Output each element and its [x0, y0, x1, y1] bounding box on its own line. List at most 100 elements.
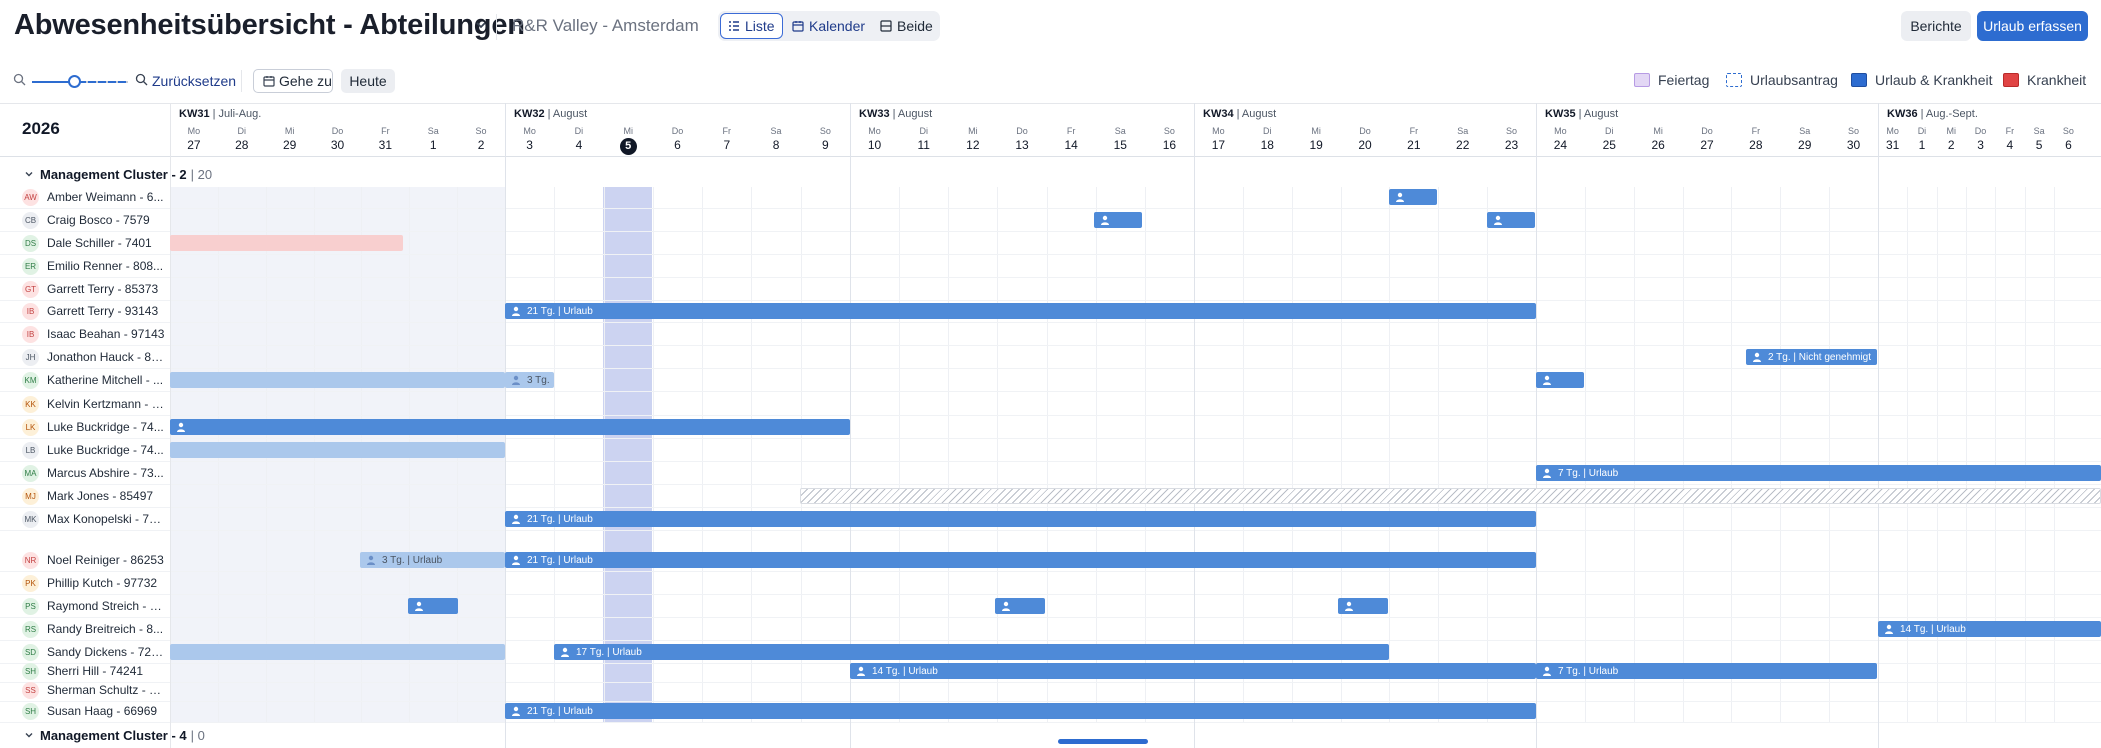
reset-zoom-button[interactable]: Zurücksetzen — [152, 73, 236, 89]
leave-bar[interactable]: 3 Tg. — [505, 372, 554, 388]
person-row[interactable]: JH Jonathon Hauck - 86... — [0, 346, 170, 368]
day-number[interactable]: 20 — [1345, 138, 1385, 152]
person-row[interactable]: PK Phillip Kutch - 97732 — [0, 572, 170, 594]
goto-button[interactable]: Gehe zu — [253, 69, 333, 93]
day-number[interactable]: 27 — [1687, 138, 1727, 152]
add-leave-button[interactable]: Urlaub erfassen — [1977, 11, 2088, 41]
leave-bar[interactable] — [408, 598, 458, 614]
row-divider — [0, 701, 2101, 702]
day-number[interactable]: 7 — [707, 138, 747, 152]
day-number[interactable]: 27 — [174, 138, 214, 152]
leave-bar[interactable] — [1389, 189, 1437, 205]
person-row[interactable]: MJ Mark Jones - 85497 — [0, 485, 170, 507]
person-row[interactable]: LK Luke Buckridge - 74... — [0, 416, 170, 438]
person-row[interactable]: RS Randy Breitreich - 8... — [0, 618, 170, 640]
leave-bar[interactable]: 7 Tg. | Urlaub — [1536, 465, 2101, 481]
day-number[interactable]: 10 — [855, 138, 895, 152]
person-row[interactable]: GT Garrett Terry - 85373 — [0, 278, 170, 300]
view-calendar-button[interactable]: Kalender — [785, 13, 872, 39]
day-number[interactable]: 6 — [658, 138, 698, 152]
day-number[interactable]: 30 — [1834, 138, 1874, 152]
leave-bar[interactable]: 21 Tg. | Urlaub — [505, 703, 1536, 719]
leave-bar[interactable]: 21 Tg. | Urlaub — [505, 552, 1536, 568]
person-row[interactable]: MA Marcus Abshire - 73... — [0, 462, 170, 484]
day-number[interactable]: 28 — [222, 138, 262, 152]
chevron-down-icon[interactable] — [24, 169, 34, 179]
person-row[interactable]: DS Dale Schiller - 7401 — [0, 232, 170, 254]
person-row[interactable]: SH Susan Haag - 66969 — [0, 700, 170, 722]
person-row[interactable]: ER Emilio Renner - 808... — [0, 255, 170, 277]
view-list-button[interactable]: Liste — [720, 13, 783, 39]
day-number[interactable]: 21 — [1394, 138, 1434, 152]
person-row[interactable]: IB Garrett Terry - 93143 — [0, 300, 170, 322]
leave-bar[interactable]: 7 Tg. | Urlaub — [1536, 663, 1877, 679]
reports-button[interactable]: Berichte — [1901, 11, 1971, 41]
view-both-button[interactable]: Beide — [873, 13, 940, 39]
day-number[interactable]: 5 — [608, 138, 648, 155]
leave-bar[interactable]: 14 Tg. | Urlaub — [1878, 621, 2101, 637]
person-row[interactable]: MK Max Konopelski - 73... — [0, 508, 170, 530]
leave-bar[interactable] — [1338, 598, 1388, 614]
day-number[interactable]: 8 — [756, 138, 796, 152]
day-number[interactable]: 26 — [1638, 138, 1678, 152]
day-number[interactable]: 2 — [461, 138, 501, 152]
person-row[interactable]: KK Kelvin Kertzmann - 7... — [0, 393, 170, 415]
day-number[interactable]: 6 — [2048, 138, 2088, 152]
day-number[interactable]: 25 — [1589, 138, 1629, 152]
day-number[interactable]: 19 — [1296, 138, 1336, 152]
day-number[interactable]: 16 — [1149, 138, 1189, 152]
person-row[interactable]: NR Noel Reiniger - 86253 — [0, 549, 170, 571]
person-row[interactable]: LB Luke Buckridge - 74... — [0, 439, 170, 461]
person-row[interactable]: PS Raymond Streich - 8... — [0, 595, 170, 617]
zoom-in-icon[interactable] — [135, 73, 148, 86]
horizontal-scrollbar[interactable] — [1058, 739, 1148, 744]
leave-bar[interactable]: 21 Tg. | Urlaub — [505, 303, 1536, 319]
day-number[interactable]: 17 — [1198, 138, 1238, 152]
leave-bar[interactable] — [170, 372, 505, 388]
leave-bar[interactable] — [170, 419, 850, 435]
leave-bar[interactable] — [995, 598, 1045, 614]
day-number[interactable]: 23 — [1492, 138, 1532, 152]
day-number[interactable]: 31 — [365, 138, 405, 152]
leave-bar[interactable]: 3 Tg. | Urlaub — [360, 552, 505, 568]
leave-bar[interactable] — [1487, 212, 1535, 228]
day-number[interactable]: 4 — [559, 138, 599, 152]
leave-bar[interactable] — [170, 644, 505, 660]
zoom-slider-handle[interactable] — [68, 75, 81, 88]
leave-bar[interactable] — [1094, 212, 1142, 228]
day-number[interactable]: 24 — [1540, 138, 1580, 152]
day-number[interactable]: 28 — [1736, 138, 1776, 152]
day-number[interactable]: 29 — [1785, 138, 1825, 152]
leave-bar[interactable] — [170, 442, 505, 458]
day-number[interactable]: 29 — [270, 138, 310, 152]
day-number[interactable]: 18 — [1247, 138, 1287, 152]
leave-bar[interactable]: 2 Tg. | Nicht genehmigt — [1746, 349, 1877, 365]
person-row[interactable]: IB Isaac Beahan - 97143 — [0, 323, 170, 345]
chevron-down-icon[interactable] — [24, 730, 34, 740]
day-number[interactable]: 1 — [413, 138, 453, 152]
today-button[interactable]: Heute — [341, 69, 395, 93]
leave-bar[interactable] — [1536, 372, 1584, 388]
person-row[interactable]: KM Katherine Mitchell - ... — [0, 369, 170, 391]
day-number[interactable]: 11 — [904, 138, 944, 152]
day-number[interactable]: 9 — [805, 138, 845, 152]
day-number[interactable]: 12 — [953, 138, 993, 152]
leave-bar[interactable]: 14 Tg. | Urlaub — [850, 663, 1536, 679]
pending-leave-bar[interactable] — [800, 488, 2101, 504]
person-row[interactable]: SS Sherman Schultz - 8... — [0, 679, 170, 701]
leave-bar[interactable]: 17 Tg. | Urlaub — [554, 644, 1389, 660]
day-number[interactable]: 3 — [510, 138, 550, 152]
person-row[interactable]: CB Craig Bosco - 7579 — [0, 209, 170, 231]
day-number[interactable]: 14 — [1051, 138, 1091, 152]
chevron-down-icon[interactable] — [474, 18, 488, 32]
sick-leave-bar[interactable] — [170, 235, 403, 251]
day-number[interactable]: 22 — [1443, 138, 1483, 152]
group-header[interactable]: Management Cluster - 2 | 20 — [0, 162, 2101, 186]
leave-bar[interactable]: 21 Tg. | Urlaub — [505, 511, 1536, 527]
person-row[interactable]: AW Amber Weimann - 6... — [0, 186, 170, 208]
day-number[interactable]: 30 — [318, 138, 358, 152]
group-header[interactable]: Management Cluster - 4 | 0 — [0, 723, 2101, 747]
day-number[interactable]: 15 — [1100, 138, 1140, 152]
day-number[interactable]: 13 — [1002, 138, 1042, 152]
zoom-out-icon[interactable] — [13, 73, 26, 86]
